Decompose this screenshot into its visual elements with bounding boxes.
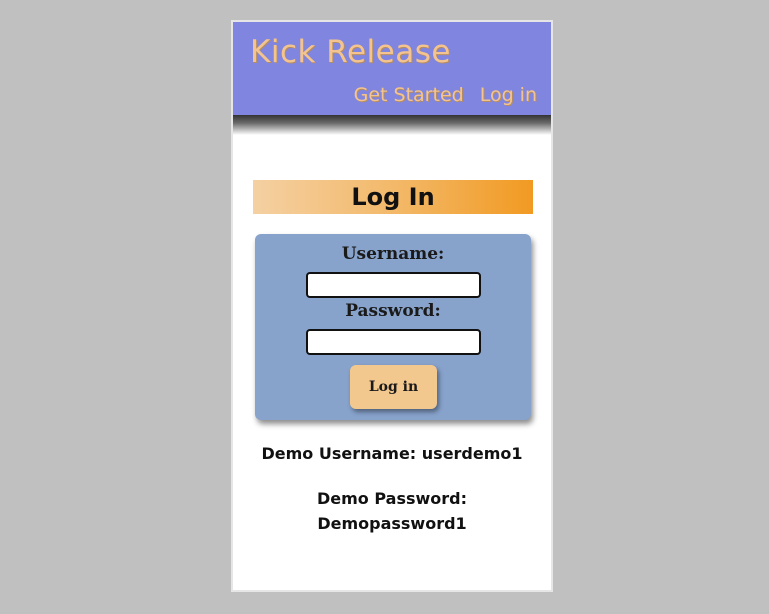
site-header: Kick Release Get Started Log in — [233, 22, 551, 115]
password-label: Password: — [345, 301, 441, 321]
demo-password-label: Demo Password: — [316, 489, 468, 508]
nav-log-in-link[interactable]: Log in — [480, 84, 537, 106]
login-form: Username: Password: Log in — [255, 234, 531, 420]
demo-username-text: Demo Username: userdemo1 — [261, 444, 523, 463]
brand-logo[interactable]: Kick Release — [250, 34, 451, 70]
header-shadow — [233, 115, 551, 135]
nav-get-started-link[interactable]: Get Started — [354, 84, 464, 106]
username-input[interactable] — [306, 272, 481, 298]
password-input[interactable] — [306, 329, 481, 355]
app-window: Kick Release Get Started Log in Log In U… — [231, 20, 553, 592]
main-nav: Get Started Log in — [354, 84, 537, 106]
login-submit-button[interactable]: Log in — [350, 365, 437, 409]
page-title-banner: Log In — [253, 180, 533, 214]
page-title: Log In — [351, 183, 435, 211]
demo-password-value: Demopassword1 — [317, 514, 467, 533]
username-label: Username: — [341, 244, 445, 264]
